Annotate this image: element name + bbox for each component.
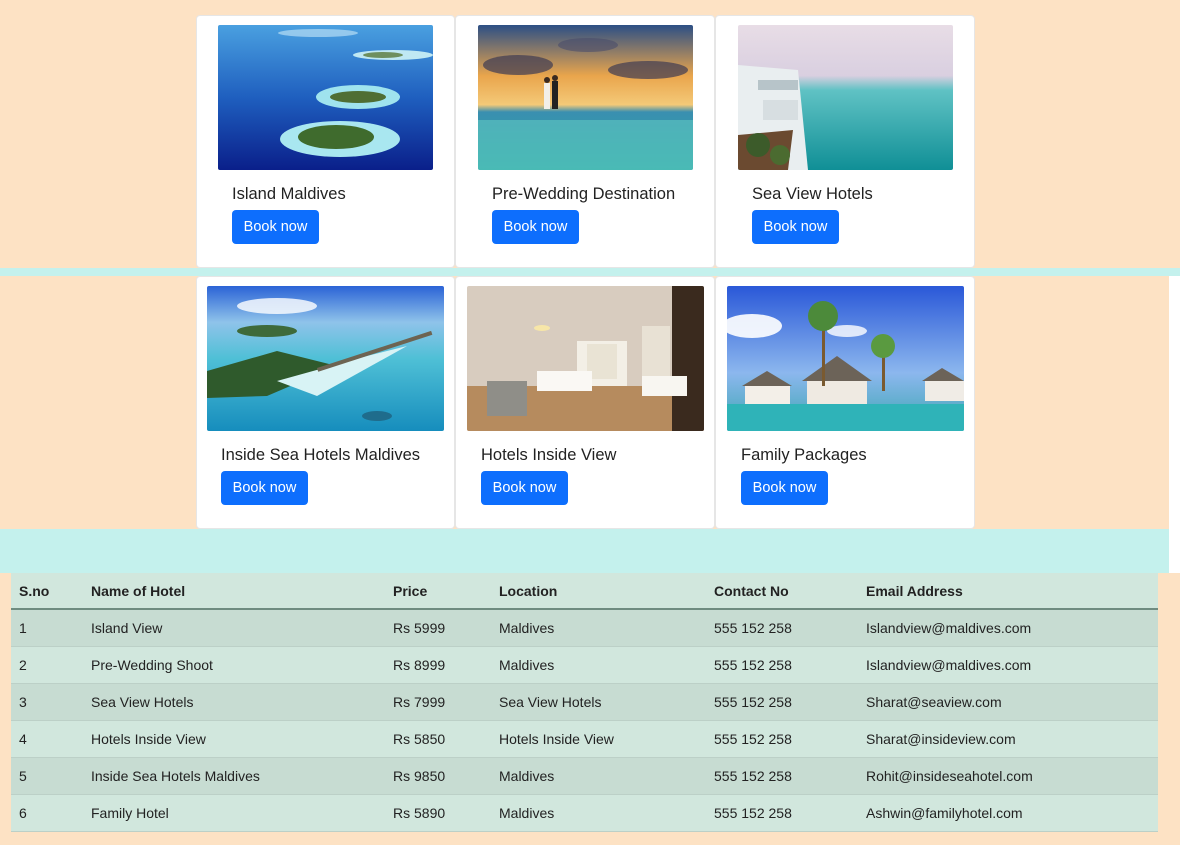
table-cell: 555 152 258 [706, 757, 858, 795]
table-row: 3 Sea View Hotels Rs 7999 Sea View Hotel… [11, 683, 1158, 721]
table-cell: Rs 7999 [385, 683, 491, 721]
divider-band [0, 268, 1180, 276]
column-header: Email Address [858, 573, 1158, 610]
column-header: Location [491, 573, 706, 610]
table-cell: Island View [83, 609, 385, 647]
card-sea-view: Sea View Hotels Book now [715, 15, 975, 268]
hotel-room-image [467, 286, 704, 431]
table-cell: 3 [11, 683, 83, 721]
pre-wedding-image [478, 25, 693, 170]
table-cell: Rs 9850 [385, 757, 491, 795]
table-cell: Maldives [491, 646, 706, 684]
table-row: 1 Island View Rs 5999 Maldives 555 152 2… [11, 609, 1158, 647]
card-island-maldives: Island Maldives Book now [196, 15, 455, 268]
table-cell: Rs 8999 [385, 646, 491, 684]
column-header: Contact No [706, 573, 858, 610]
table-cell: 555 152 258 [706, 794, 858, 832]
table-row: 2 Pre-Wedding Shoot Rs 8999 Maldives 555… [11, 646, 1158, 684]
table-cell: Rohit@insideseahotel.com [858, 757, 1158, 795]
table-cell: 5 [11, 757, 83, 795]
table-cell: Hotels Inside View [83, 720, 385, 758]
card-title: Inside Sea Hotels Maldives [221, 446, 421, 464]
card-title: Hotels Inside View [481, 446, 617, 464]
book-now-button[interactable]: Book now [232, 210, 319, 244]
table-cell: 1 [11, 609, 83, 647]
table-cell: Inside Sea Hotels Maldives [83, 757, 385, 795]
card-pre-wedding: Pre-Wedding Destination Book now [455, 15, 715, 268]
hotel-table: S.no Name of Hotel Price Location Contac… [11, 573, 1158, 832]
sea-view-image [738, 25, 953, 170]
table-cell: Islandview@maldives.com [858, 646, 1158, 684]
table-cell: Sea View Hotels [83, 683, 385, 721]
table-cell: 555 152 258 [706, 609, 858, 647]
table-cell: Rs 5890 [385, 794, 491, 832]
book-now-button[interactable]: Book now [741, 471, 828, 505]
table-header-row: S.no Name of Hotel Price Location Contac… [11, 573, 1158, 610]
divider-band [0, 529, 1169, 573]
table-cell: 555 152 258 [706, 720, 858, 758]
table-row: 5 Inside Sea Hotels Maldives Rs 9850 Mal… [11, 757, 1158, 795]
table-row: 4 Hotels Inside View Rs 5850 Hotels Insi… [11, 720, 1158, 758]
table-cell: Hotels Inside View [491, 720, 706, 758]
table-cell: Maldives [491, 757, 706, 795]
water-villas-image [207, 286, 444, 431]
book-now-button[interactable]: Book now [221, 471, 308, 505]
card-title: Sea View Hotels [752, 185, 873, 203]
table-cell: 2 [11, 646, 83, 684]
book-now-button[interactable]: Book now [752, 210, 839, 244]
table-cell: Ashwin@familyhotel.com [858, 794, 1158, 832]
card-title: Pre-Wedding Destination [492, 185, 676, 203]
card-inside-sea-hotels: Inside Sea Hotels Maldives Book now [196, 276, 455, 529]
column-header: Name of Hotel [83, 573, 385, 610]
family-resort-image [727, 286, 964, 431]
table-cell: Maldives [491, 609, 706, 647]
page-edge [1169, 276, 1180, 573]
table-row: 6 Family Hotel Rs 5890 Maldives 555 152 … [11, 794, 1158, 832]
table-cell: Sharat@seaview.com [858, 683, 1158, 721]
table-cell: Rs 5999 [385, 609, 491, 647]
table-cell: 4 [11, 720, 83, 758]
card-family-packages: Family Packages Book now [715, 276, 975, 529]
card-hotels-inside-view: Hotels Inside View Book now [455, 276, 715, 529]
table-cell: Sharat@insideview.com [858, 720, 1158, 758]
table-cell: 555 152 258 [706, 683, 858, 721]
table-cell: Pre-Wedding Shoot [83, 646, 385, 684]
table-cell: Maldives [491, 794, 706, 832]
table-cell: Islandview@maldives.com [858, 609, 1158, 647]
book-now-button[interactable]: Book now [481, 471, 568, 505]
card-title: Family Packages [741, 446, 867, 464]
table-cell: 555 152 258 [706, 646, 858, 684]
table-cell: Sea View Hotels [491, 683, 706, 721]
column-header: S.no [11, 573, 83, 610]
card-title: Island Maldives [232, 185, 346, 203]
column-header: Price [385, 573, 491, 610]
island-maldives-image [218, 25, 433, 170]
table-cell: Rs 5850 [385, 720, 491, 758]
book-now-button[interactable]: Book now [492, 210, 579, 244]
table-cell: 6 [11, 794, 83, 832]
table-cell: Family Hotel [83, 794, 385, 832]
